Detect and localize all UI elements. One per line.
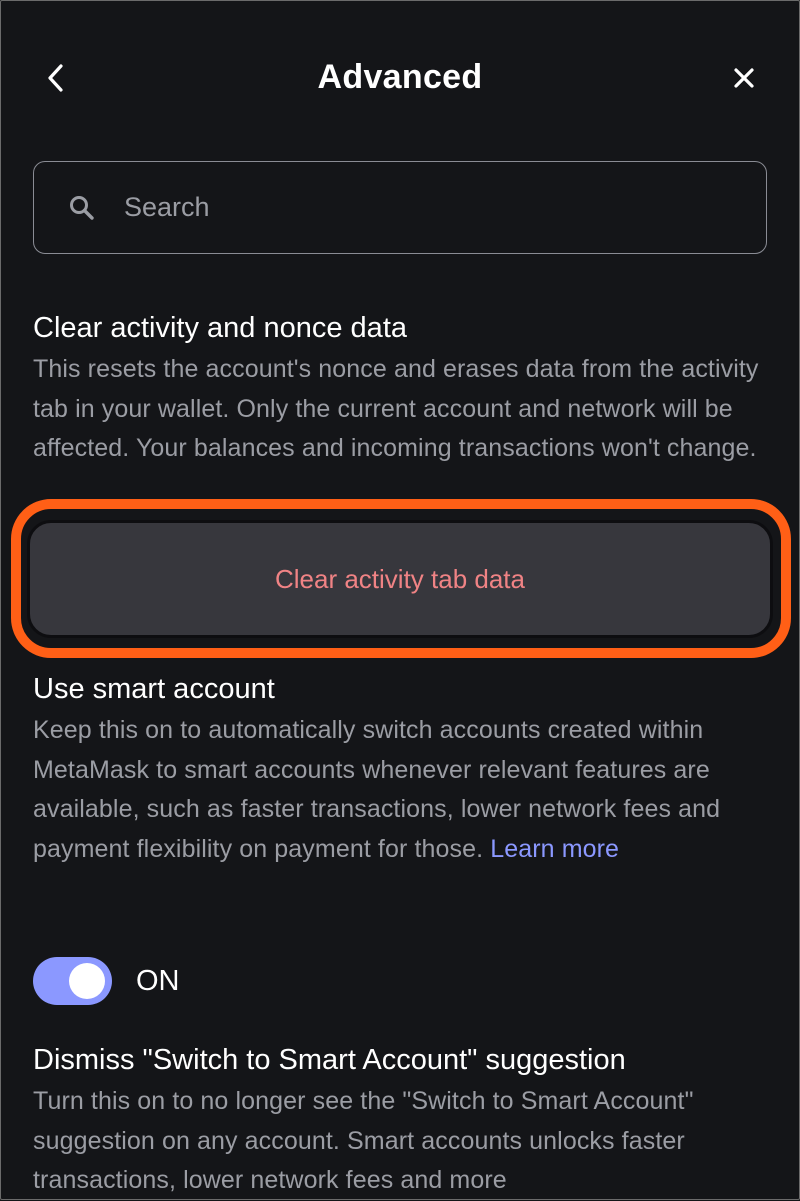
clear-activity-button-label: Clear activity tab data <box>274 563 525 594</box>
dismiss-suggestion-title: Dismiss "Switch to Smart Account" sugges… <box>33 1044 626 1076</box>
clear-activity-section: Clear activity and nonce data This reset… <box>33 309 773 469</box>
close-icon <box>734 68 754 88</box>
clear-activity-title: Clear activity and nonce data <box>33 312 407 344</box>
page-title: Advanced <box>317 58 483 96</box>
smart-account-section: Use smart account Keep this on to automa… <box>33 670 773 869</box>
search-icon <box>68 193 98 223</box>
clear-activity-description: This resets the account's nonce and eras… <box>33 355 759 462</box>
close-button[interactable] <box>724 58 764 98</box>
search-field[interactable] <box>33 161 767 254</box>
dismiss-suggestion-description: Turn this on to no longer see the "Switc… <box>33 1087 694 1194</box>
clear-activity-button[interactable]: Clear activity tab data <box>27 520 773 638</box>
smart-account-description-block: Keep this on to automatically switch acc… <box>33 711 773 869</box>
smart-account-title: Use smart account <box>33 673 275 705</box>
smart-account-toggle[interactable] <box>33 957 112 1005</box>
header: Advanced <box>0 40 800 120</box>
toggle-state-label: ON <box>136 964 180 997</box>
smart-account-toggle-row: ON <box>33 956 180 1006</box>
search-input[interactable] <box>122 191 686 224</box>
dismiss-suggestion-section: Dismiss "Switch to Smart Account" sugges… <box>33 1041 773 1201</box>
learn-more-link[interactable]: Learn more <box>490 835 619 863</box>
toggle-knob <box>69 963 105 999</box>
